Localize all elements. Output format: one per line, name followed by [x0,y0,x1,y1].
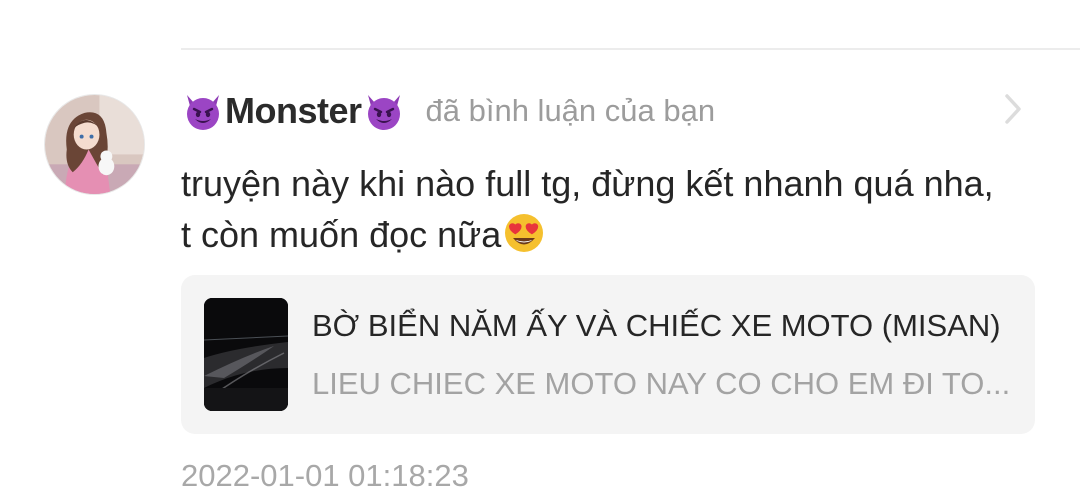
smiling-imp-icon [362,89,406,133]
comment-body: truyện này khi nào full tg, đừng kết nha… [181,163,994,255]
story-chapter: LIEU CHIEC XE MOTO NAY CO CHO EM ĐI TO..… [312,366,1011,401]
heart-eyes-icon [502,211,546,255]
smiling-imp-icon [181,89,225,133]
timestamp: 2022-01-01 01:18:23 [181,458,469,493]
username-text: Monster [225,90,362,131]
comment-text: truyện này khi nào full tg, đừng kết nha… [181,158,1001,260]
story-card[interactable]: BỜ BIỂN NĂM ẤY VÀ CHIẾC XE MOTO (MISAN) … [181,275,1035,434]
avatar-image [45,95,144,194]
username[interactable]: Monster [181,89,406,133]
notification-header: Monster đã bình luận của bạn [181,86,715,136]
story-thumbnail [204,298,288,411]
chevron-right-icon[interactable] [998,92,1028,126]
action-text: đã bình luận của bạn [425,93,716,128]
story-title: BỜ BIỂN NĂM ẤY VÀ CHIẾC XE MOTO (MISAN) [312,308,1001,343]
user-avatar[interactable] [44,94,145,195]
top-divider [181,48,1080,50]
